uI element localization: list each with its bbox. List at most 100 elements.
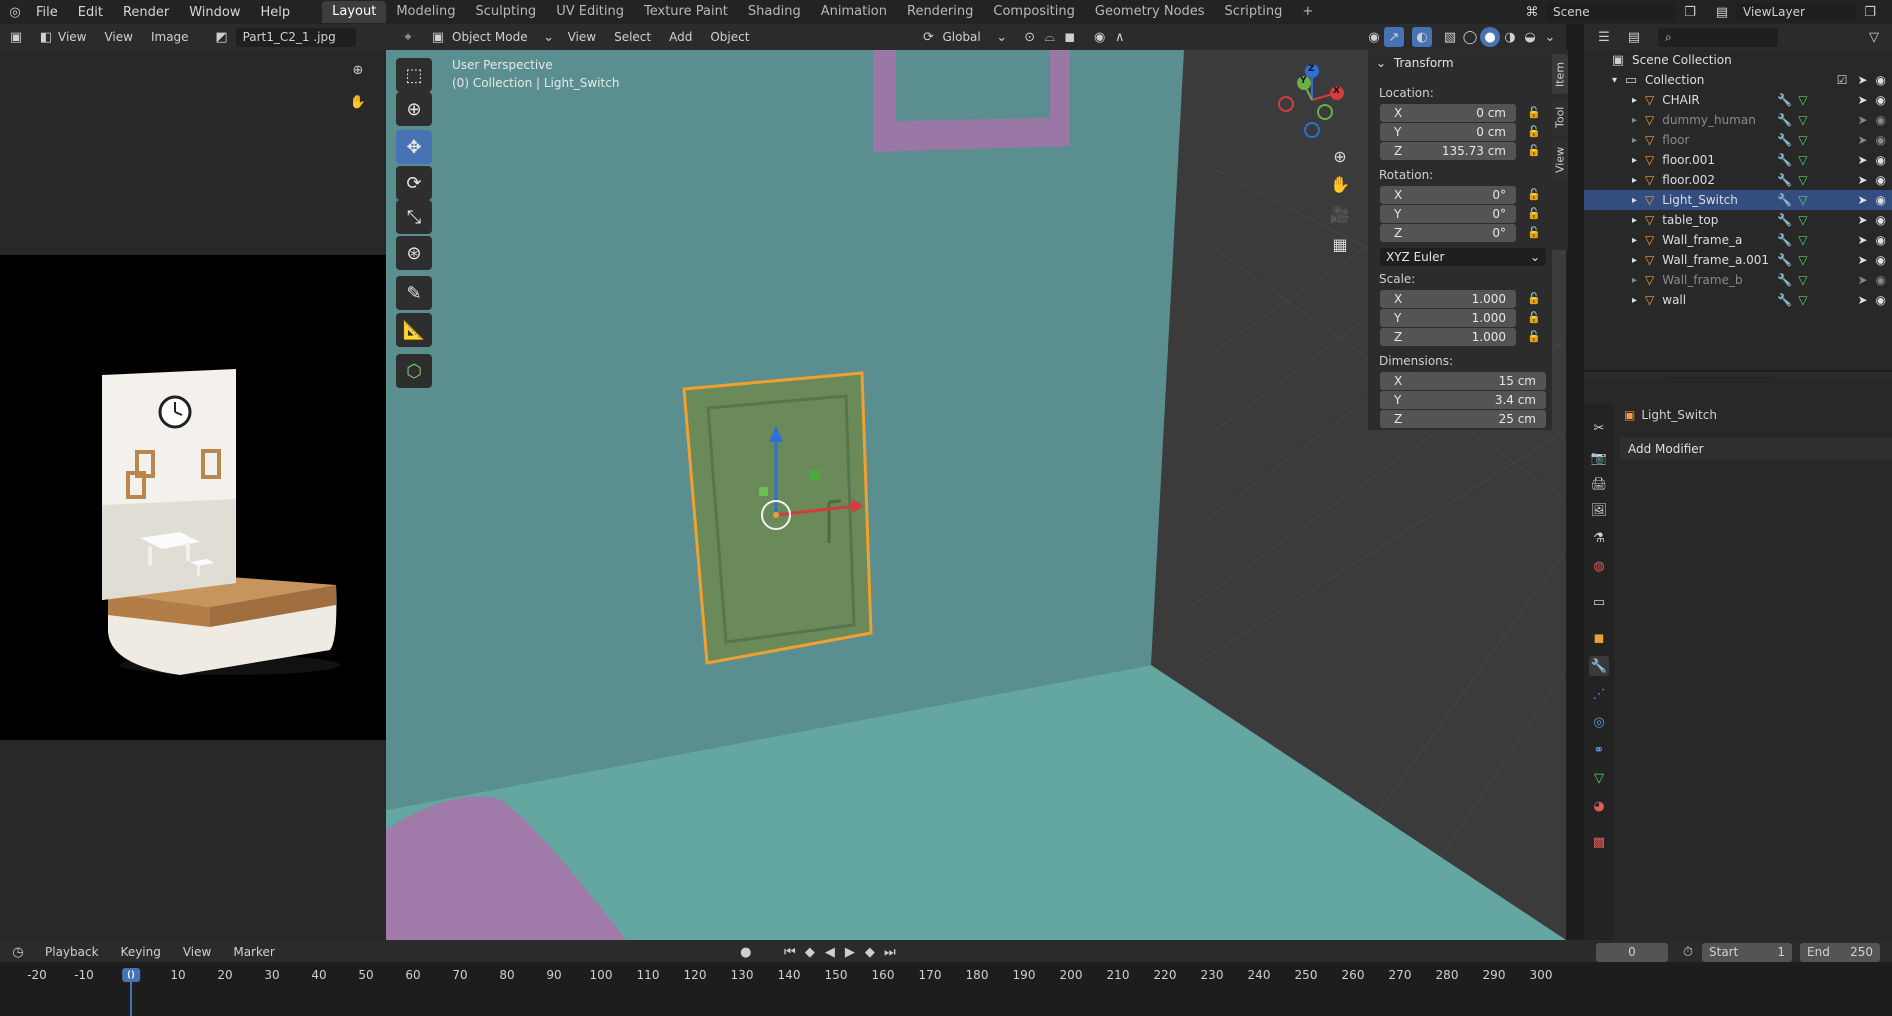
tool-properties-icon[interactable]: ✂ [1589, 418, 1609, 438]
lock-icon[interactable]: 🔓 [1527, 188, 1541, 202]
playhead[interactable] [130, 970, 132, 1016]
expand-chevron-icon[interactable]: ▸ [1632, 235, 1637, 246]
hand-pan-icon[interactable]: ✋ [348, 92, 368, 112]
viewport-editor-type-icon[interactable]: ⌖ [398, 27, 418, 47]
menu-image[interactable]: Image [142, 30, 198, 44]
end-frame-field[interactable]: End 250 [1800, 942, 1880, 962]
next-keyframe-icon[interactable]: ◆ [860, 942, 880, 962]
particles-properties-icon[interactable]: ⋰ [1589, 684, 1609, 704]
filter-icon[interactable]: ▽ [1864, 27, 1884, 47]
scale-z-field[interactable]: Z 1.000 [1380, 328, 1516, 346]
scene-properties-icon[interactable]: ⚗ [1589, 528, 1609, 548]
tab-layout[interactable]: Layout [322, 1, 387, 23]
solid-shading-icon[interactable]: ● [1480, 27, 1500, 47]
eye-icon[interactable]: ◉ [1876, 253, 1886, 267]
mesh-data-icon[interactable]: ▽ [1798, 253, 1807, 267]
transform-header[interactable]: ⌄ Transform [1376, 56, 1454, 70]
view-layer-icon[interactable]: ▤ [1712, 2, 1732, 22]
menu-window[interactable]: Window [179, 5, 250, 20]
mesh-data-icon[interactable]: ▽ [1798, 93, 1807, 107]
rendered-shading-icon[interactable]: ◒ [1520, 27, 1540, 47]
eye-icon[interactable]: ◉ [1876, 73, 1886, 87]
mesh-data-icon[interactable]: ▽ [1798, 173, 1807, 187]
mesh-data-icon[interactable]: ▽ [1798, 273, 1807, 287]
data-properties-icon[interactable]: ▽ [1589, 768, 1609, 788]
outliner[interactable]: ▣ Scene Collection ▾ ▭ Collection ☑ ➤ ◉ … [1584, 50, 1892, 370]
expand-chevron-icon[interactable]: ▸ [1632, 215, 1637, 226]
lock-icon[interactable]: 🔓 [1527, 311, 1541, 325]
pan-view-button[interactable]: ✋ [1325, 170, 1355, 198]
mesh-data-icon[interactable]: ▽ [1798, 113, 1807, 127]
eye-icon[interactable]: ◉ [1876, 233, 1886, 247]
xray-icon[interactable]: ▧ [1440, 27, 1460, 47]
modifier-icon[interactable]: 🔧 [1777, 213, 1792, 227]
viewport-menu-view[interactable]: View [559, 30, 605, 44]
mesh-data-icon[interactable]: ▽ [1798, 153, 1807, 167]
object-mode-dropdown[interactable]: Object Mode [452, 27, 535, 47]
rotation-y-field[interactable]: Y 0° [1380, 205, 1516, 223]
falloff-icon[interactable]: ∧ [1110, 27, 1130, 47]
view-layer-properties-icon[interactable]: 🖼 [1589, 500, 1609, 520]
lock-icon[interactable]: 🔓 [1527, 292, 1541, 306]
expand-chevron-icon[interactable]: ▸ [1632, 275, 1637, 286]
modifier-icon[interactable]: 🔧 [1777, 233, 1792, 247]
menu-edit[interactable]: Edit [68, 5, 113, 20]
select-cursor-icon[interactable]: ➤ [1857, 73, 1867, 87]
transform-orientation-icon[interactable]: ⟳ [918, 27, 938, 47]
timeline-editor-type-icon[interactable]: ◷ [8, 942, 28, 962]
overlay-toggle-icon[interactable]: ◐ [1412, 27, 1432, 47]
menu-help[interactable]: Help [251, 5, 301, 20]
mesh-data-icon[interactable]: ▽ [1798, 293, 1807, 307]
menu-render[interactable]: Render [113, 5, 179, 20]
mesh-data-icon[interactable]: ▽ [1798, 213, 1807, 227]
menu-view-mode[interactable]: View [56, 30, 95, 44]
jump-end-icon[interactable]: ⏭ [880, 942, 900, 962]
modifier-icon[interactable]: 🔧 [1777, 193, 1792, 207]
record-icon[interactable]: ● [736, 942, 756, 962]
menu-view[interactable]: View [95, 30, 141, 44]
eye-icon[interactable]: ◉ [1876, 153, 1886, 167]
expand-chevron-icon[interactable]: ▸ [1632, 95, 1637, 106]
viewport-menu-add[interactable]: Add [660, 30, 701, 44]
proportional-edit-icon[interactable]: ◉ [1090, 27, 1110, 47]
select-cursor-icon[interactable]: ➤ [1857, 193, 1867, 207]
tab-tool[interactable]: Tool [1552, 98, 1568, 136]
add-modifier-button[interactable]: Add Modifier [1620, 438, 1892, 460]
outliner-item-row[interactable]: ▸ ▽ Wall_frame_b 🔧 ▽ ➤ ◉ [1584, 270, 1892, 290]
tab-animation[interactable]: Animation [811, 1, 897, 23]
rotation-mode-dropdown[interactable]: XYZ Euler ⌄ [1380, 248, 1546, 266]
transform-orientation-dropdown[interactable]: Global [942, 27, 988, 47]
outliner-item-row[interactable]: ▸ ▽ floor 🔧 ▽ ➤ ◉ [1584, 130, 1892, 150]
eye-icon[interactable]: ◉ [1876, 213, 1886, 227]
image-browse-icon[interactable]: ◩ [212, 27, 232, 47]
tab-uv-editing[interactable]: UV Editing [546, 1, 634, 23]
select-cursor-icon[interactable]: ➤ [1857, 233, 1867, 247]
view-layer-selector[interactable]: ViewLayer [1736, 2, 1856, 22]
outliner-item-row[interactable]: ▸ ▽ Wall_frame_a.001 🔧 ▽ ➤ ◉ [1584, 250, 1892, 270]
marker-menu[interactable]: Marker [226, 942, 282, 962]
eye-icon[interactable]: ◉ [1876, 273, 1886, 287]
expand-chevron-icon[interactable]: ▸ [1632, 115, 1637, 126]
expand-chevron-icon[interactable]: ▸ [1632, 135, 1637, 146]
timeline-view-menu[interactable]: View [175, 942, 219, 962]
scene-icon[interactable]: ⌘ [1522, 2, 1542, 22]
scale-x-field[interactable]: X 1.000 [1380, 290, 1516, 308]
keying-menu[interactable]: Keying [113, 942, 168, 962]
modifier-icon[interactable]: 🔧 [1777, 273, 1792, 287]
tab-rendering[interactable]: Rendering [897, 1, 983, 23]
wireframe-shading-icon[interactable]: ◯ [1460, 27, 1480, 47]
lock-icon[interactable]: 🔓 [1527, 330, 1541, 344]
playback-menu[interactable]: Playback [38, 942, 106, 962]
outliner-item-row[interactable]: ▸ ▽ dummy_human 🔧 ▽ ➤ ◉ [1584, 110, 1892, 130]
start-frame-field[interactable]: Start 1 [1702, 942, 1792, 962]
collection-properties-icon[interactable]: ▭ [1589, 592, 1609, 612]
play-reverse-icon[interactable]: ◀ [820, 942, 840, 962]
select-cursor-icon[interactable]: ➤ [1857, 273, 1867, 287]
texture-properties-icon[interactable]: ▩ [1589, 832, 1609, 852]
tab-shading[interactable]: Shading [738, 1, 811, 23]
select-cursor-icon[interactable]: ➤ [1857, 253, 1867, 267]
scale-y-field[interactable]: Y 1.000 [1380, 309, 1516, 327]
move-tool[interactable]: ✥ [396, 130, 432, 164]
scale-tool[interactable]: ⤡ [396, 200, 432, 234]
transform-tool[interactable]: ⊛ [396, 236, 432, 270]
